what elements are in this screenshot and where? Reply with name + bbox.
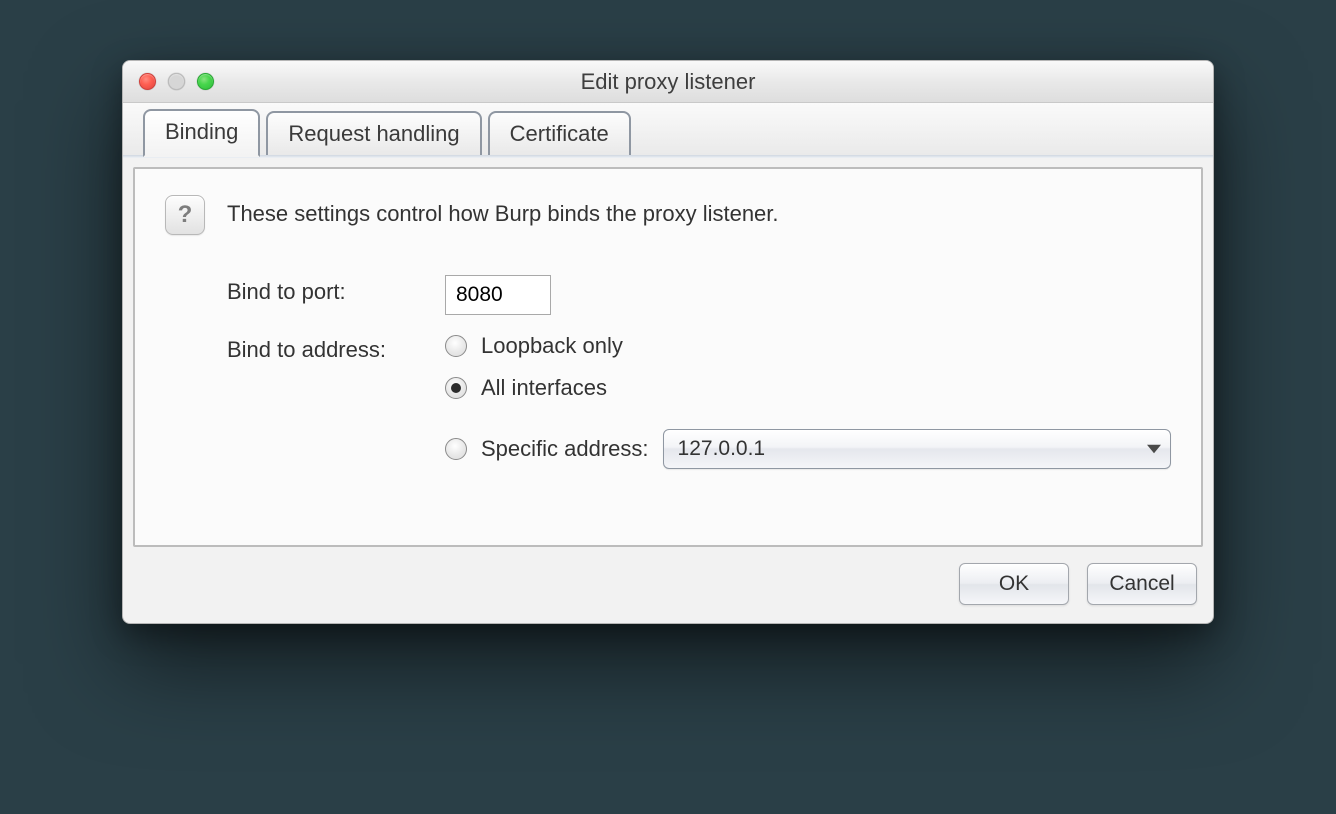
radio-all-interfaces-label: All interfaces — [481, 375, 607, 401]
titlebar: Edit proxy listener — [123, 61, 1213, 103]
dialog-window: Edit proxy listener Binding Request hand… — [122, 60, 1214, 624]
minimize-icon[interactable] — [168, 73, 185, 90]
tab-binding[interactable]: Binding — [143, 109, 260, 157]
option-loopback[interactable]: Loopback only — [445, 333, 1171, 359]
tab-panel-binding: ? These settings control how Burp binds … — [133, 167, 1203, 547]
intro-text: These settings control how Burp binds th… — [227, 195, 779, 227]
tab-certificate[interactable]: Certificate — [488, 111, 631, 157]
specific-address-value: 127.0.0.1 — [678, 437, 766, 461]
chevron-down-icon — [1146, 441, 1162, 457]
help-button[interactable]: ? — [165, 195, 205, 235]
button-bar: OK Cancel — [123, 557, 1213, 623]
port-input[interactable] — [445, 275, 551, 315]
address-label: Bind to address: — [227, 333, 427, 363]
ok-button[interactable]: OK — [959, 563, 1069, 605]
tab-strip: Binding Request handling Certificate — [123, 103, 1213, 157]
radio-specific-address-label: Specific address: — [481, 436, 649, 462]
radio-loopback-label: Loopback only — [481, 333, 623, 359]
help-icon: ? — [178, 201, 193, 229]
tab-request-handling[interactable]: Request handling — [266, 111, 481, 157]
radio-specific-address[interactable] — [445, 438, 467, 460]
radio-all-interfaces[interactable] — [445, 377, 467, 399]
window-controls — [139, 73, 214, 90]
radio-loopback[interactable] — [445, 335, 467, 357]
zoom-icon[interactable] — [197, 73, 214, 90]
window-title: Edit proxy listener — [123, 69, 1213, 95]
option-specific-address[interactable]: Specific address: 127.0.0.1 — [445, 429, 1171, 469]
specific-address-combobox[interactable]: 127.0.0.1 — [663, 429, 1171, 469]
cancel-button[interactable]: Cancel — [1087, 563, 1197, 605]
address-options: Loopback only All interfaces Specific ad… — [445, 333, 1171, 469]
option-all-interfaces[interactable]: All interfaces — [445, 375, 1171, 401]
close-icon[interactable] — [139, 73, 156, 90]
port-label: Bind to port: — [227, 275, 427, 305]
